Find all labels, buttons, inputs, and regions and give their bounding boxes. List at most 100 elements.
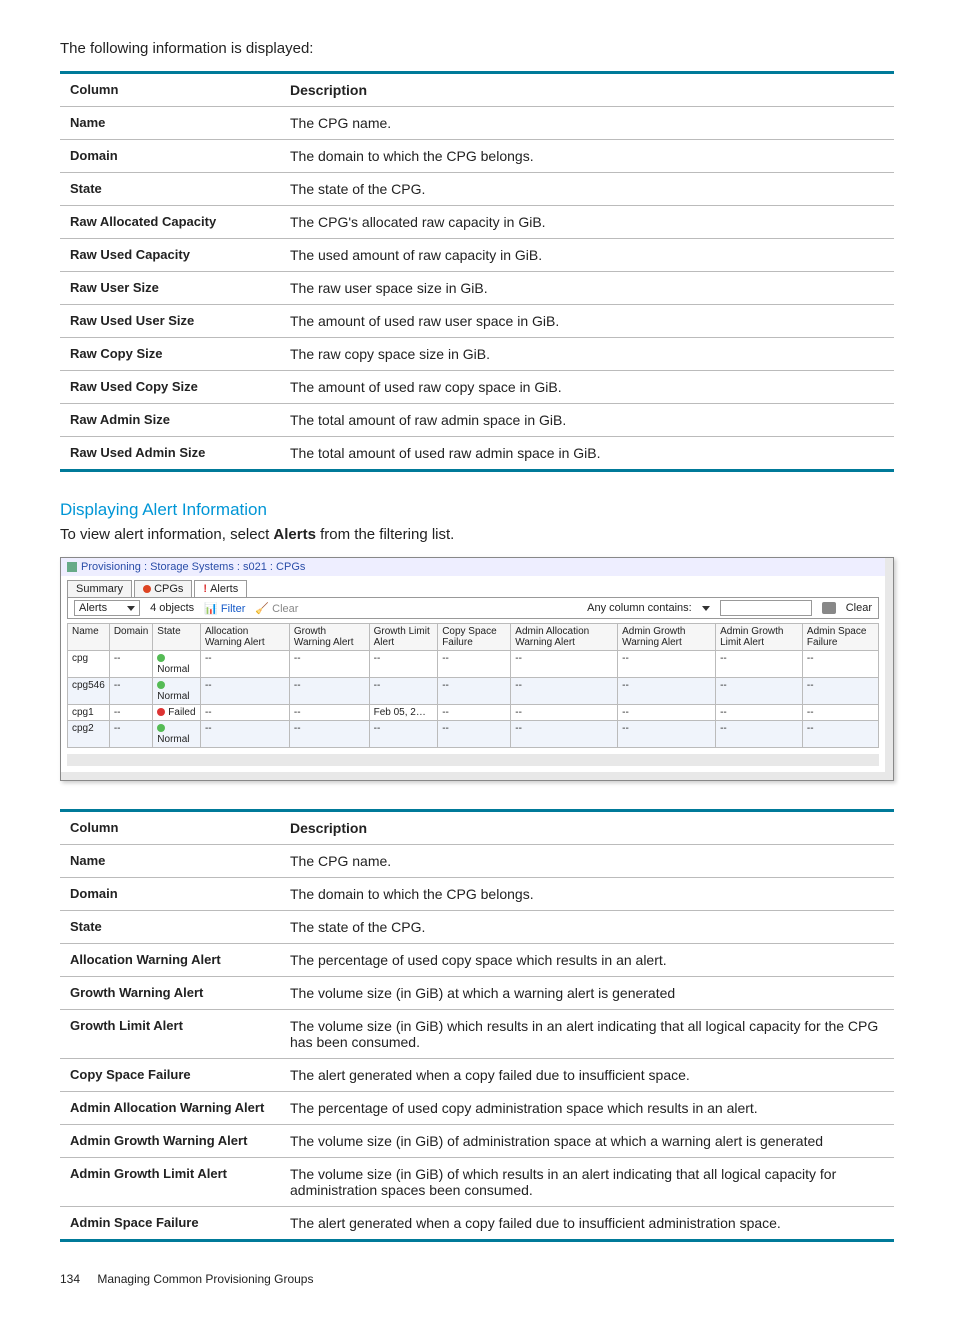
table-cell-column: Raw Allocated Capacity: [60, 206, 280, 239]
table-cell-desc: The CPG's allocated raw capacity in GiB.: [280, 206, 894, 239]
grid-header[interactable]: Name: [68, 624, 110, 651]
cell-value: --: [289, 705, 369, 721]
table-cell-desc: The volume size (in GiB) of which result…: [280, 1158, 894, 1207]
table-cell-desc: The amount of used raw user space in GiB…: [280, 305, 894, 338]
filter-select[interactable]: Alerts: [74, 600, 140, 616]
table-row[interactable]: cpg--Normal----------------: [68, 651, 879, 678]
table-cell-desc: The percentage of used copy administrati…: [280, 1092, 894, 1125]
cell-domain: --: [109, 678, 152, 705]
table-cell-column: Domain: [60, 140, 280, 173]
chevron-down-icon[interactable]: [702, 606, 710, 611]
table-cell-desc: The total amount of used raw admin space…: [280, 437, 894, 471]
cell-value: --: [716, 721, 803, 748]
status-dot-icon: [157, 654, 165, 662]
section-text-a: To view alert information, select: [60, 526, 273, 543]
printer-icon[interactable]: [822, 602, 836, 614]
table-cell-desc: The volume size (in GiB) which results i…: [280, 1010, 894, 1059]
grid-header[interactable]: Growth Limit Alert: [369, 624, 438, 651]
cell-value: --: [618, 678, 716, 705]
cell-value: --: [200, 678, 289, 705]
cell-value: --: [618, 721, 716, 748]
cell-value: --: [716, 651, 803, 678]
grid-header[interactable]: Admin Growth Warning Alert: [618, 624, 716, 651]
table-cell-column: Admin Growth Limit Alert: [60, 1158, 280, 1207]
tab-alerts[interactable]: !Alerts: [194, 580, 247, 597]
t1-head-col: Column: [60, 73, 280, 107]
cell-state: Normal: [153, 678, 201, 705]
table-cell-column: Domain: [60, 878, 280, 911]
table-cell-column: Growth Limit Alert: [60, 1010, 280, 1059]
table-cell-column: Admin Allocation Warning Alert: [60, 1092, 280, 1125]
clear-button[interactable]: Clear: [846, 602, 872, 614]
table-cell-desc: The state of the CPG.: [280, 173, 894, 206]
table-cell-column: Raw User Size: [60, 272, 280, 305]
cell-value: --: [369, 651, 438, 678]
table-cell-column: Raw Admin Size: [60, 404, 280, 437]
screenshot-panel: Provisioning : Storage Systems : s021 : …: [60, 557, 894, 781]
columns-table-1: Column Description NameThe CPG name.Doma…: [60, 71, 894, 472]
cell-name: cpg546: [68, 678, 110, 705]
cell-value: --: [511, 721, 618, 748]
table-cell-desc: The amount of used raw copy space in GiB…: [280, 371, 894, 404]
cell-value: --: [618, 651, 716, 678]
table-cell-column: Name: [60, 845, 280, 878]
table-row[interactable]: cpg2--Normal----------------: [68, 721, 879, 748]
table-cell-desc: The alert generated when a copy failed d…: [280, 1059, 894, 1092]
grid-header[interactable]: Admin Growth Limit Alert: [716, 624, 803, 651]
cell-value: --: [716, 705, 803, 721]
table-cell-column: Raw Used Copy Size: [60, 371, 280, 404]
grid-header[interactable]: State: [153, 624, 201, 651]
alerts-grid: NameDomainStateAllocation Warning AlertG…: [67, 623, 879, 748]
table-cell-desc: The total amount of raw admin space in G…: [280, 404, 894, 437]
status-dot-icon: [157, 681, 165, 689]
section-text-c: from the filtering list.: [316, 526, 454, 543]
filter-link[interactable]: 📊 Filter: [204, 602, 245, 615]
t2-head-desc: Description: [280, 811, 894, 845]
table-cell-column: Admin Growth Warning Alert: [60, 1125, 280, 1158]
cell-value: --: [289, 651, 369, 678]
grid-header[interactable]: Copy Space Failure: [438, 624, 511, 651]
cell-value: --: [438, 721, 511, 748]
table-cell-desc: The alert generated when a copy failed d…: [280, 1207, 894, 1241]
grid-header[interactable]: Domain: [109, 624, 152, 651]
tab-cpgs[interactable]: CPGs: [134, 580, 192, 597]
grid-header[interactable]: Growth Warning Alert: [289, 624, 369, 651]
clear-link[interactable]: 🧹 Clear: [255, 602, 298, 615]
page-number: 134: [60, 1272, 80, 1286]
table-cell-desc: The volume size (in GiB) of administrati…: [280, 1125, 894, 1158]
table-row[interactable]: cpg1--Failed----Feb 05, 2…----------: [68, 705, 879, 721]
anycol-label: Any column contains:: [587, 602, 692, 614]
grid-header[interactable]: Allocation Warning Alert: [200, 624, 289, 651]
table-row[interactable]: cpg546--Normal----------------: [68, 678, 879, 705]
tab-summary-label: Summary: [76, 583, 123, 595]
tab-summary[interactable]: Summary: [67, 580, 132, 597]
cell-value: --: [716, 678, 803, 705]
intro-text: The following information is displayed:: [60, 40, 894, 57]
table-cell-column: Growth Warning Alert: [60, 977, 280, 1010]
section-text-bold: Alerts: [273, 526, 316, 543]
alert-icon: !: [203, 583, 207, 595]
cell-state: Normal: [153, 651, 201, 678]
object-count: 4 objects: [150, 602, 194, 614]
table-cell-column: State: [60, 911, 280, 944]
cell-name: cpg1: [68, 705, 110, 721]
tab-bar: Summary CPGs !Alerts: [61, 576, 885, 597]
horizontal-scrollbar[interactable]: [67, 754, 879, 766]
cell-domain: --: [109, 705, 152, 721]
grid-header[interactable]: Admin Space Failure: [802, 624, 878, 651]
search-input[interactable]: [720, 600, 812, 616]
grid-header[interactable]: Admin Allocation Warning Alert: [511, 624, 618, 651]
cell-name: cpg2: [68, 721, 110, 748]
cell-domain: --: [109, 721, 152, 748]
cell-value: --: [200, 721, 289, 748]
t1-head-desc: Description: [280, 73, 894, 107]
table-cell-column: Name: [60, 107, 280, 140]
table-cell-desc: The CPG name.: [280, 107, 894, 140]
table-cell-column: Copy Space Failure: [60, 1059, 280, 1092]
breadcrumb: Provisioning : Storage Systems : s021 : …: [61, 558, 885, 576]
status-dot-icon: [157, 724, 165, 732]
cell-value: --: [200, 705, 289, 721]
cell-value: --: [802, 721, 878, 748]
footer-title: Managing Common Provisioning Groups: [97, 1272, 313, 1286]
toolbar: Alerts 4 objects 📊 Filter 🧹 Clear Any co…: [67, 597, 879, 619]
